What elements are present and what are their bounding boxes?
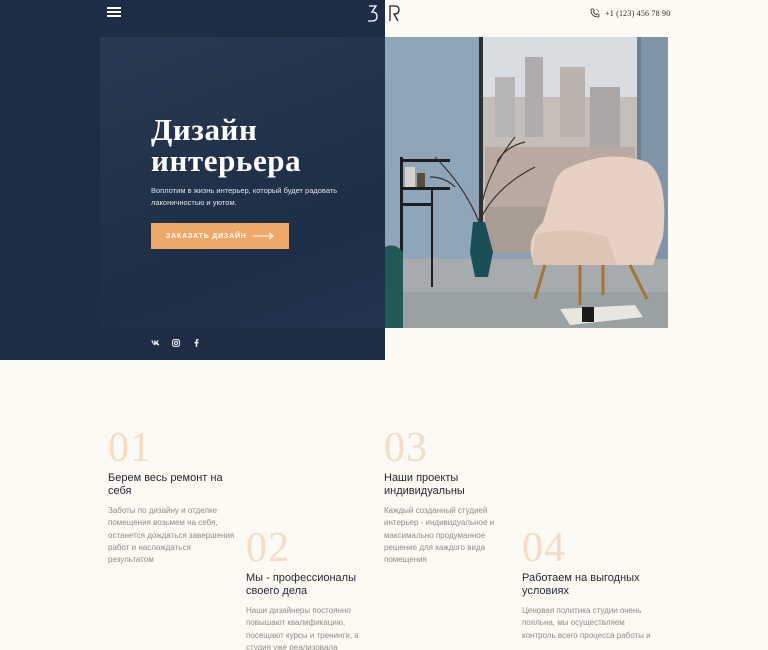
site-header: +1 (123) 456 78 90 [0, 0, 768, 26]
feature-title: Берем весь ремонт на себя [108, 472, 223, 497]
hero-background-image [100, 37, 385, 328]
order-design-label: Заказать дизайн [166, 232, 247, 240]
feature-number: 01 [108, 425, 152, 471]
hero-title: Дизайн интерьера [151, 114, 351, 176]
instagram-icon[interactable] [172, 338, 180, 348]
facebook-icon[interactable] [194, 338, 199, 348]
hero-subtitle: Воплотим в жизнь интерьер, который будет… [151, 186, 338, 207]
phone-icon [590, 8, 600, 18]
hamburger-menu-icon[interactable] [107, 6, 121, 18]
long-arrow-right-icon [253, 232, 274, 240]
feature-title: Наши проекты индивидуальны [384, 472, 465, 497]
feature-number: 03 [384, 425, 428, 471]
feature-title: Работаем на выгодных условиях [522, 572, 640, 597]
feature-title: Мы - профессионалы своего дела [246, 572, 356, 597]
feature-1: 01 Берем весь ремонт на себя Заботы по д… [108, 425, 238, 566]
phone-number: +1 (123) 456 78 90 [605, 8, 671, 18]
hero-panel [0, 0, 385, 360]
phone-contact[interactable]: +1 (123) 456 78 90 [590, 7, 670, 19]
feature-2: 02 Мы - профессионалы своего дела Наши д… [246, 525, 376, 650]
vk-icon[interactable] [151, 338, 160, 348]
feature-number: 02 [246, 525, 290, 571]
feature-text: Ценовая политика студии очень пояльна, м… [522, 606, 651, 640]
feature-number: 04 [522, 525, 566, 571]
feature-3: 03 Наши проекты индивидуальны Каждый соз… [384, 425, 514, 566]
order-design-button[interactable]: Заказать дизайн [151, 223, 289, 249]
feature-4: 04 Работаем на выгодных условиях Ценовая… [522, 525, 652, 642]
hero-title-line2: интерьера [151, 143, 302, 178]
feature-text: Заботы по дизайну и отделке помещения во… [108, 506, 235, 565]
hero-photo [385, 37, 668, 328]
hero-title-line1: Дизайн [151, 112, 258, 147]
feature-text: Каждый созданный студией интерьер - инди… [384, 506, 495, 565]
logo[interactable] [367, 3, 401, 23]
feature-text: Наши дизайнеры постоянно повышают квалиф… [246, 606, 359, 650]
